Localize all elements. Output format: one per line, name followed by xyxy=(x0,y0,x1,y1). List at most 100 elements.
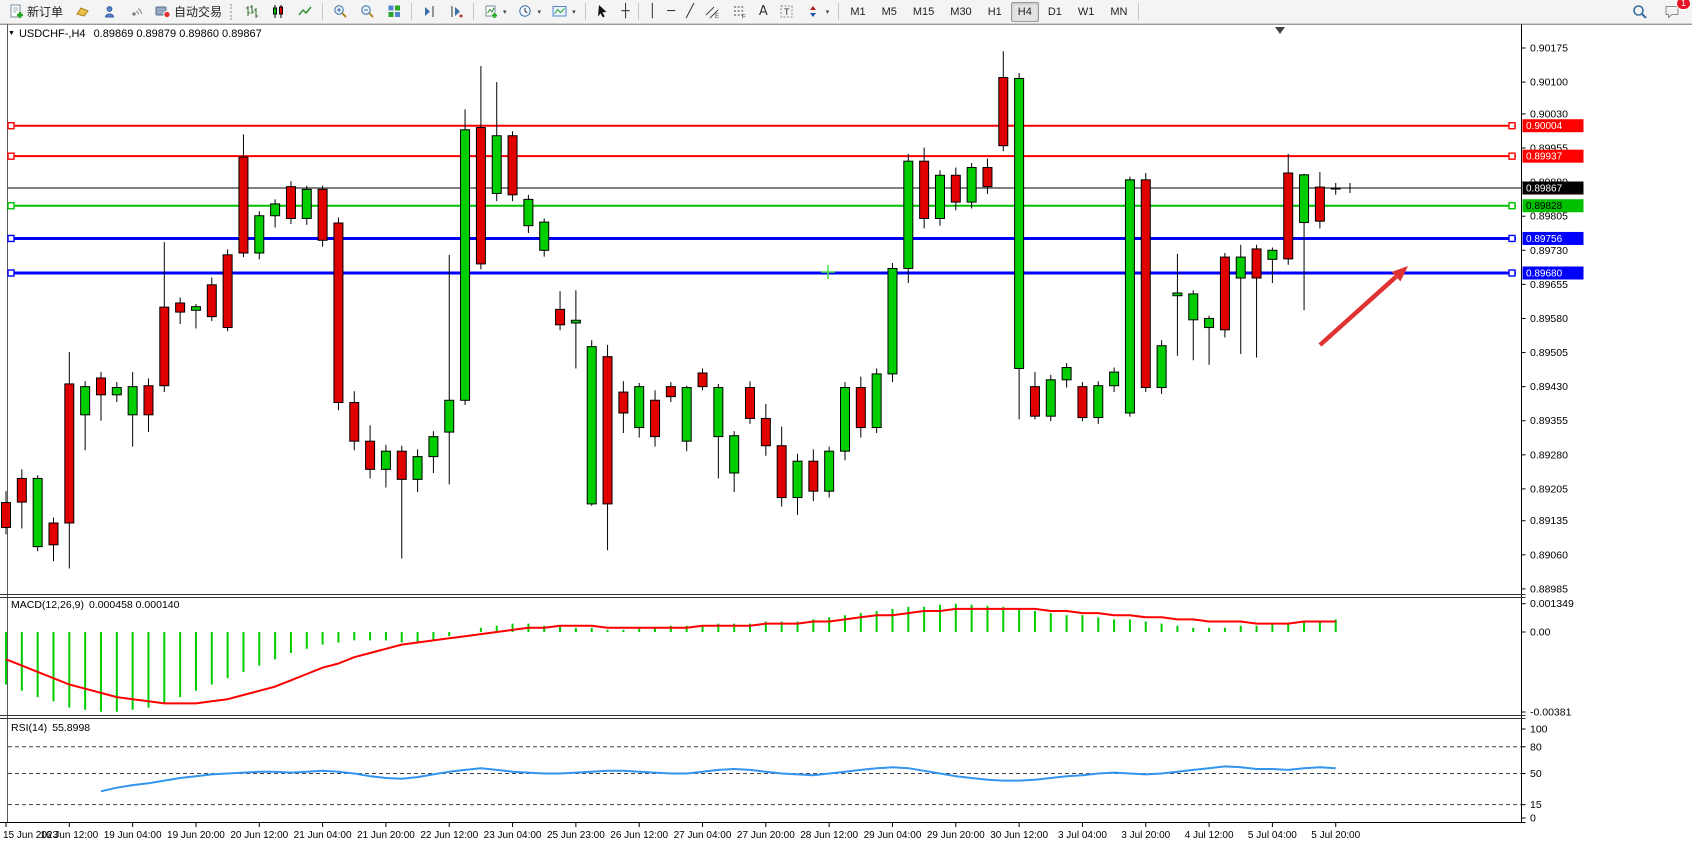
level-line-handle[interactable] xyxy=(1509,203,1515,209)
level-line-handle[interactable] xyxy=(8,235,14,241)
time-tick-label: 19 Jun 04:00 xyxy=(104,830,162,841)
timeframe-button-m1[interactable]: M1 xyxy=(843,2,872,22)
toolbar-grip xyxy=(230,4,235,20)
timeframe-button-m15[interactable]: M15 xyxy=(906,2,941,22)
text-label-tool-button[interactable]: T xyxy=(774,1,800,23)
dropdown-caret-icon: ▾ xyxy=(538,8,542,16)
level-line-handle[interactable] xyxy=(1509,235,1515,241)
price-tag-label: 0.89867 xyxy=(1526,183,1563,194)
timeframe-button-w1[interactable]: W1 xyxy=(1071,2,1102,22)
timeframe-button-h4[interactable]: H4 xyxy=(1011,2,1039,22)
level-line-handle[interactable] xyxy=(1509,123,1515,129)
line-chart-mode-button[interactable] xyxy=(292,1,318,23)
level-line-handle[interactable] xyxy=(1509,270,1515,276)
cursor-tool-button[interactable] xyxy=(590,1,616,23)
equidistant-channel-tool-button[interactable]: E xyxy=(700,1,726,23)
autotrading-icon xyxy=(155,4,171,19)
price-chart[interactable]: 0.901750.901000.900300.899550.898800.898… xyxy=(0,24,1692,846)
signals-button[interactable] xyxy=(123,1,149,23)
candlestick-mode-button[interactable] xyxy=(265,1,291,23)
price-tick-label: 0.89060 xyxy=(1530,549,1568,561)
bar-chart-icon xyxy=(243,4,259,19)
chart-symbol-period: USDCHF-,H4 xyxy=(19,28,86,40)
vertical-line-tool-button[interactable]: │ xyxy=(643,1,661,23)
arrows-tool-button[interactable]: ▾ xyxy=(801,1,835,23)
candle xyxy=(1220,253,1229,338)
chart-shift-button[interactable] xyxy=(416,1,442,23)
time-tick-label: 25 Jun 23:00 xyxy=(547,830,605,841)
timeframe-button-mn[interactable]: MN xyxy=(1103,2,1134,22)
candle xyxy=(1094,381,1103,424)
autotrading-button[interactable]: 自动交易 xyxy=(150,1,227,23)
toolbar-separator xyxy=(838,3,839,20)
notifications-button[interactable]: 1 xyxy=(1659,1,1685,23)
time-tick-label: 5 Jul 20:00 xyxy=(1311,830,1360,841)
level-line-handle[interactable] xyxy=(8,203,14,209)
toolbar-separator xyxy=(638,3,639,20)
candle xyxy=(1125,177,1134,417)
candle xyxy=(825,447,834,498)
text-tool-button[interactable]: A xyxy=(754,1,773,23)
navigator-button[interactable] xyxy=(96,1,122,23)
level-line-handle[interactable] xyxy=(1509,153,1515,159)
candle xyxy=(1078,382,1087,421)
timeframe-button-h1[interactable]: H1 xyxy=(981,2,1009,22)
timeframe-button-d1[interactable]: D1 xyxy=(1041,2,1069,22)
horizontal-line-icon: ─ xyxy=(667,5,675,18)
zoom-in-icon xyxy=(332,4,348,19)
fibonacci-tool-button[interactable]: F xyxy=(727,1,753,23)
candle xyxy=(508,131,517,201)
macd-values: 0.000458 0.000140 xyxy=(89,599,180,611)
price-tick-label: 0.89135 xyxy=(1530,515,1568,527)
cursor-icon xyxy=(595,4,611,19)
candle xyxy=(682,386,691,451)
dropdown-caret-icon: ▾ xyxy=(572,8,576,16)
signals-icon xyxy=(128,4,144,19)
time-tick-label: 26 Jun 12:00 xyxy=(610,830,668,841)
new-chart-button[interactable]: ▾ xyxy=(478,1,512,23)
candle xyxy=(318,186,327,247)
timeframe-group: M1M5M15M30H1H4D1W1MN xyxy=(843,2,1134,22)
tile-windows-button[interactable] xyxy=(381,1,407,23)
price-tick-label: 0.89355 xyxy=(1530,415,1568,427)
candle xyxy=(967,163,976,208)
crosshair-tool-button[interactable]: ┼ xyxy=(617,1,635,23)
candle xyxy=(872,368,881,433)
candlestick-icon xyxy=(270,4,286,19)
zoom-out-button[interactable] xyxy=(354,1,380,23)
horizontal-line-tool-button[interactable]: ─ xyxy=(662,1,680,23)
rsi-axis-label: 100 xyxy=(1530,724,1548,736)
text-label-icon: T xyxy=(779,4,795,19)
timeframe-button-m5[interactable]: M5 xyxy=(875,2,904,22)
market-watch-icon xyxy=(74,4,90,19)
macd-axis-label: -0.00381 xyxy=(1530,707,1572,719)
market-watch-button[interactable] xyxy=(69,1,95,23)
bar-chart-mode-button[interactable] xyxy=(238,1,264,23)
trendline-tool-button[interactable]: ╱ xyxy=(681,1,699,23)
toolbar-separator xyxy=(1138,3,1139,20)
new-chart-icon xyxy=(483,4,499,19)
time-tick-label: 23 Jun 04:00 xyxy=(484,830,542,841)
candle xyxy=(1141,173,1150,392)
chart-window: 0.901750.901000.900300.899550.898800.898… xyxy=(0,24,1692,846)
period-clock-icon xyxy=(518,4,534,19)
candle xyxy=(746,381,755,424)
period-button[interactable]: ▾ xyxy=(513,1,547,23)
level-line-handle[interactable] xyxy=(8,153,14,159)
level-line-handle[interactable] xyxy=(8,123,14,129)
symbol-collapse-icon[interactable]: ▼ xyxy=(8,30,15,37)
new-order-button[interactable]: 新订单 xyxy=(3,1,68,23)
zoom-in-button[interactable] xyxy=(327,1,353,23)
level-line-handle[interactable] xyxy=(8,270,14,276)
tile-windows-icon xyxy=(386,4,402,19)
timeframe-button-m30[interactable]: M30 xyxy=(943,2,978,22)
dropdown-caret-icon: ▾ xyxy=(826,8,830,16)
price-tag-label: 0.89680 xyxy=(1526,268,1563,279)
time-tick-label: 29 Jun 04:00 xyxy=(864,830,922,841)
chart-plot-area[interactable] xyxy=(8,26,1521,594)
time-tick-label: 5 Jul 04:00 xyxy=(1248,830,1297,841)
search-button[interactable] xyxy=(1627,1,1653,23)
price-tick-label: 0.90030 xyxy=(1530,108,1568,120)
auto-scroll-button[interactable] xyxy=(443,1,469,23)
templates-button[interactable]: ▾ xyxy=(547,1,581,23)
